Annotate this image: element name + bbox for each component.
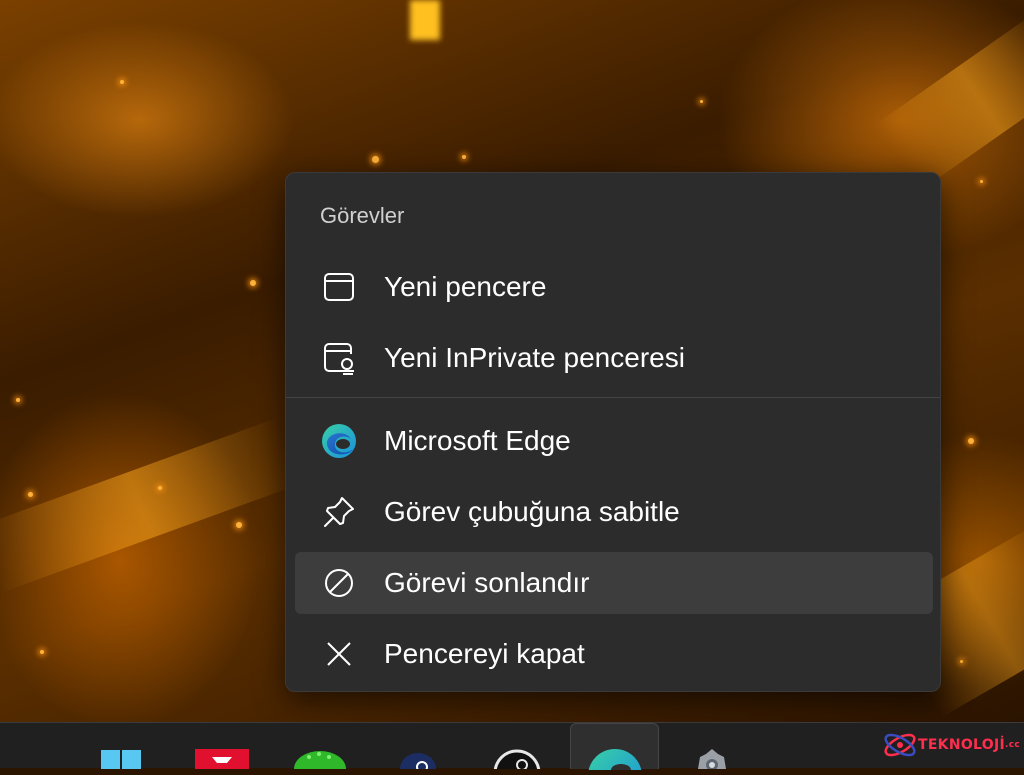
site-watermark: TEKNOLOJİ .cc xyxy=(882,728,1020,762)
edge-icon xyxy=(587,748,643,775)
wallpaper-spark xyxy=(980,180,983,183)
menu-divider xyxy=(286,397,940,398)
close-icon xyxy=(321,636,357,672)
menu-item-new-inprivate-window[interactable]: Yeni InPrivate penceresi xyxy=(295,327,933,389)
taskbar-start-button[interactable] xyxy=(89,723,153,769)
menu-item-label: Yeni pencere xyxy=(384,271,547,302)
media-player-icon xyxy=(398,751,438,775)
menu-item-label: Pencereyi kapat xyxy=(384,638,585,669)
window-icon xyxy=(321,269,357,305)
taskbar-app-media[interactable] xyxy=(386,723,450,775)
settings-icon xyxy=(690,749,734,774)
inprivate-window-icon xyxy=(321,340,357,376)
menu-section-header: Görevler xyxy=(320,203,405,228)
wallpaper-spark xyxy=(960,660,963,663)
start-icon xyxy=(95,750,147,774)
taskbar-app-red[interactable] xyxy=(190,723,254,769)
menu-item-new-window[interactable]: Yeni pencere xyxy=(295,256,933,318)
wallpaper-light-streak xyxy=(410,0,440,40)
wallpaper-spark xyxy=(236,522,242,528)
taskbar-jump-list-menu: Görevler Yeni pencere Yeni InPrivate pen… xyxy=(285,172,941,692)
edge-icon xyxy=(321,423,357,459)
menu-item-label: Yeni InPrivate penceresi xyxy=(384,342,685,373)
taskbar: TEKNOLOJİ .cc xyxy=(0,722,1024,775)
wallpaper-spark xyxy=(462,155,466,159)
wallpaper-spark xyxy=(968,438,974,444)
taskbar-app-green[interactable] xyxy=(288,723,352,775)
green-app-icon xyxy=(293,749,347,775)
watermark-suffix: .cc xyxy=(1005,740,1020,750)
wallpaper-spark xyxy=(700,100,703,103)
menu-item-label: Görev çubuğuna sabitle xyxy=(384,496,680,527)
menu-item-label: Görevi sonlandır xyxy=(384,567,590,598)
wallpaper-spark xyxy=(40,650,44,654)
end-task-icon xyxy=(321,565,357,601)
menu-item-end-task[interactable]: Görevi sonlandır xyxy=(295,552,933,614)
menu-item-microsoft-edge[interactable]: Microsoft Edge xyxy=(295,410,933,472)
wallpaper-spark xyxy=(28,492,33,497)
watermark-logo-icon xyxy=(884,733,916,757)
wallpaper-spark xyxy=(120,80,124,84)
wallpaper-spark xyxy=(158,486,162,490)
wallpaper-light-streak xyxy=(875,9,1024,191)
red-app-icon xyxy=(195,749,249,774)
pin-icon xyxy=(321,494,357,530)
wallpaper-spark xyxy=(16,398,20,402)
menu-item-label: Microsoft Edge xyxy=(384,425,571,456)
taskbar-app-steam[interactable] xyxy=(485,723,549,775)
wallpaper-light-streak xyxy=(0,417,303,593)
menu-item-close-window[interactable]: Pencereyi kapat xyxy=(295,623,933,685)
taskbar-app-edge[interactable] xyxy=(570,723,659,775)
menu-item-pin-to-taskbar[interactable]: Görev çubuğuna sabitle xyxy=(295,481,933,543)
wallpaper-spark xyxy=(250,280,256,286)
watermark-text: TEKNOLOJİ xyxy=(917,737,1005,753)
steam-icon xyxy=(492,749,542,775)
wallpaper-spark xyxy=(372,156,379,163)
taskbar-app-settings[interactable] xyxy=(680,723,744,771)
